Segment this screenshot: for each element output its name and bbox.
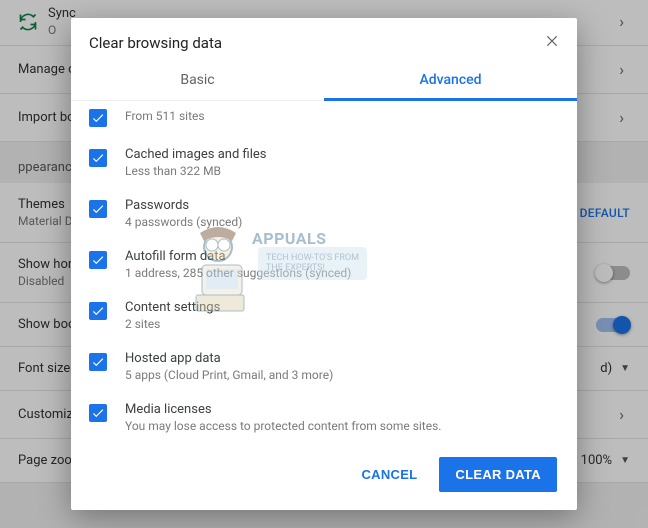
checkbox[interactable] (89, 353, 107, 371)
checkbox[interactable] (89, 404, 107, 422)
item-label: Media licenses (125, 402, 441, 417)
checkbox[interactable] (89, 302, 107, 320)
item-label: Passwords (125, 198, 242, 213)
item-subtext: 5 apps (Cloud Print, Gmail, and 3 more) (125, 368, 333, 382)
clear-item-cookies: From 511 sites (89, 103, 557, 137)
clear-item-cached: Cached images and files Less than 322 MB (89, 137, 557, 188)
dialog-title: Clear browsing data (89, 34, 222, 52)
clear-item-passwords: Passwords 4 passwords (synced) (89, 188, 557, 239)
item-subtext: Less than 322 MB (125, 164, 266, 178)
item-subtext: 2 sites (125, 317, 220, 331)
checkbox[interactable] (89, 251, 107, 269)
checkbox[interactable] (89, 109, 107, 127)
checkbox[interactable] (89, 200, 107, 218)
item-label: Content settings (125, 300, 220, 315)
item-label: Cached images and files (125, 147, 266, 162)
item-label: Hosted app data (125, 351, 333, 366)
clear-item-hosted-app: Hosted app data 5 apps (Cloud Print, Gma… (89, 341, 557, 392)
item-subtext: From 511 sites (125, 109, 205, 123)
modal-scrim: Clear browsing data Basic Advanced From … (0, 0, 648, 528)
dialog-body[interactable]: From 511 sites Cached images and files L… (71, 101, 577, 441)
checkbox[interactable] (89, 149, 107, 167)
close-button[interactable] (545, 34, 559, 52)
clear-item-autofill: Autofill form data 1 address, 285 other … (89, 239, 557, 290)
tab-advanced[interactable]: Advanced (324, 62, 577, 100)
dialog-tabs: Basic Advanced (71, 62, 577, 101)
cancel-button[interactable]: CANCEL (349, 457, 429, 492)
item-subtext: 4 passwords (synced) (125, 215, 242, 229)
item-label: Autofill form data (125, 249, 351, 264)
clear-item-media-licenses: Media licenses You may lose access to pr… (89, 392, 557, 441)
clear-data-button[interactable]: CLEAR DATA (439, 457, 557, 492)
item-subtext: You may lose access to protected content… (125, 419, 441, 433)
item-subtext: 1 address, 285 other suggestions (synced… (125, 266, 351, 280)
clear-browsing-data-dialog: Clear browsing data Basic Advanced From … (71, 18, 577, 510)
tab-basic[interactable]: Basic (71, 62, 324, 100)
clear-item-content-settings: Content settings 2 sites (89, 290, 557, 341)
